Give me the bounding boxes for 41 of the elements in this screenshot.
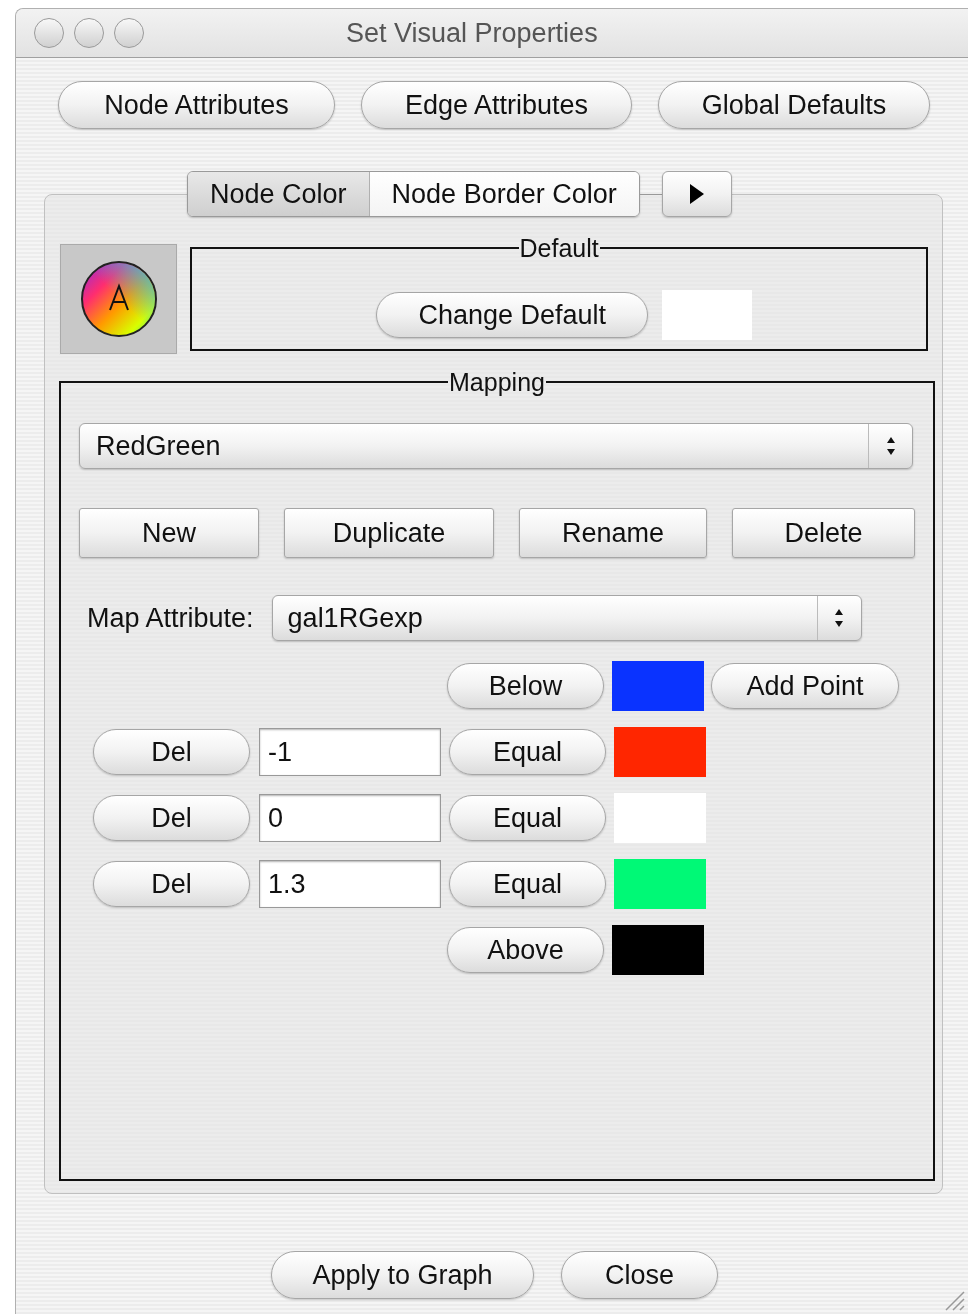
delete-point-button[interactable]: Del bbox=[93, 861, 250, 907]
value-field[interactable]: 0 bbox=[259, 794, 441, 842]
mapping-button[interactable]: Delete bbox=[732, 508, 915, 558]
equal-button[interactable]: Equal bbox=[449, 729, 606, 775]
delete-point-button[interactable]: Del bbox=[93, 795, 250, 841]
color-swatch[interactable] bbox=[612, 661, 704, 711]
field-label: Map Attribute: bbox=[87, 601, 254, 635]
tab-scroll-button[interactable] bbox=[661, 171, 732, 217]
color-swatch[interactable] bbox=[612, 925, 704, 975]
color-swatch[interactable] bbox=[614, 859, 706, 909]
mapping-button[interactable]: New bbox=[79, 508, 259, 558]
footer-button[interactable]: Close bbox=[561, 1251, 718, 1299]
color-swatch[interactable] bbox=[614, 727, 706, 777]
attributes-button[interactable]: Node Attributes bbox=[58, 81, 335, 129]
tab[interactable]: Node Color bbox=[188, 172, 369, 216]
play-icon bbox=[688, 183, 705, 205]
value-field[interactable]: -1 bbox=[259, 728, 441, 776]
window-title: Set Visual Properties bbox=[346, 16, 598, 50]
attributes-button[interactable]: Edge Attributes bbox=[361, 81, 632, 129]
group-title: Default bbox=[518, 235, 600, 261]
add-point-button[interactable]: Add Point bbox=[711, 663, 899, 709]
mapping-button[interactable]: Duplicate bbox=[284, 508, 494, 558]
window-control-button[interactable] bbox=[74, 18, 104, 48]
equal-button[interactable]: Equal bbox=[449, 861, 606, 907]
window-control-button[interactable] bbox=[114, 18, 144, 48]
calculator-dropdown[interactable]: RedGreen bbox=[79, 423, 913, 469]
value-field[interactable]: 1.3 bbox=[259, 860, 441, 908]
above-button[interactable]: Above bbox=[447, 927, 604, 973]
below-button[interactable]: Below bbox=[447, 663, 604, 709]
tab[interactable]: Node Border Color bbox=[368, 172, 639, 216]
equal-button[interactable]: Equal bbox=[449, 795, 606, 841]
delete-point-button[interactable]: Del bbox=[93, 729, 250, 775]
footer-button[interactable]: Apply to Graph bbox=[271, 1251, 534, 1299]
attributes-button[interactable]: Global Defaults bbox=[658, 81, 930, 129]
preview-button[interactable] bbox=[59, 243, 179, 355]
window-control-button[interactable] bbox=[34, 18, 64, 48]
attribute-dropdown[interactable]: gal1RGexp bbox=[271, 595, 862, 641]
mapping-button[interactable]: Rename bbox=[519, 508, 707, 558]
change-default-button[interactable]: Change Default bbox=[376, 292, 649, 338]
group-title: Mapping bbox=[448, 369, 546, 395]
color-wheel-icon bbox=[79, 260, 158, 338]
